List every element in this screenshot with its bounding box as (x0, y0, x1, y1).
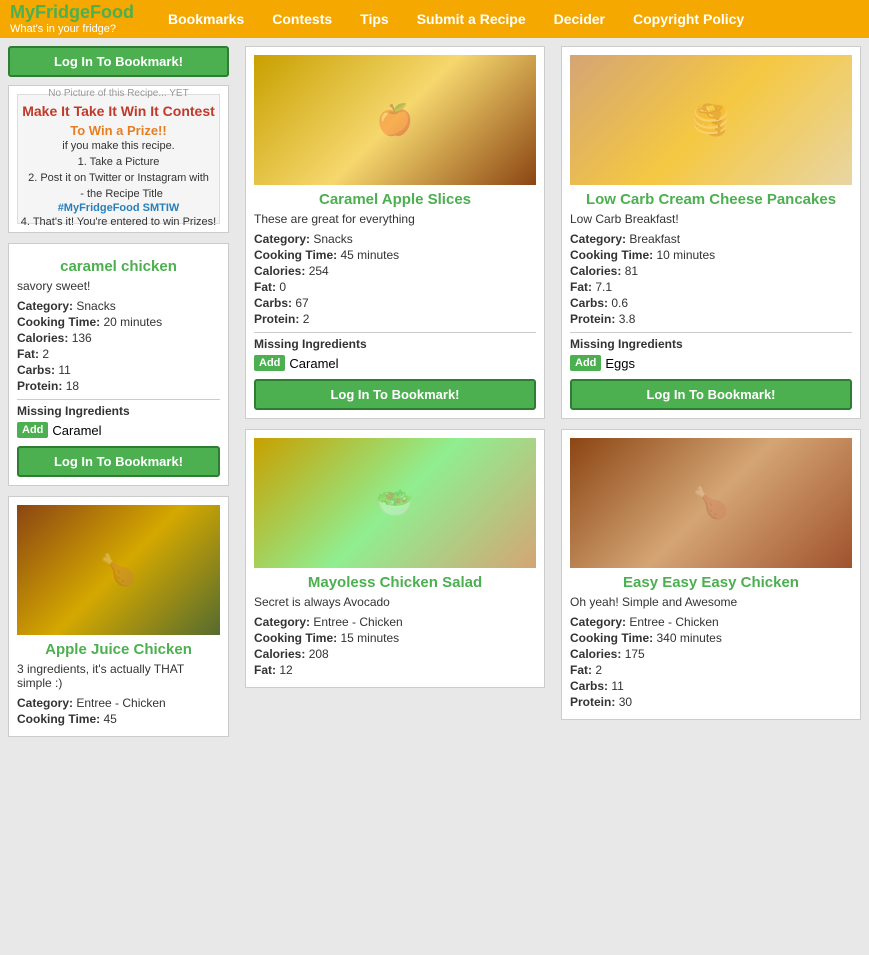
easy-chicken-category: Category: Entree - Chicken (570, 615, 852, 629)
contest-image: No Picture of this Recipe... YET Make It… (17, 94, 220, 224)
caramel-apple-slices-category: Category: Snacks (254, 232, 536, 246)
low-carb-pancakes-missing-row: Add Eggs (570, 355, 852, 371)
contest-step-5: 4. That's it! You're entered to win Priz… (21, 216, 216, 228)
apple-juice-chicken-category: Category: Entree - Chicken (17, 696, 220, 710)
caramel-apple-slices-image: 🍎 (254, 55, 536, 185)
contest-card: No Picture of this Recipe... YET Make It… (8, 85, 229, 233)
top-bookmark-button[interactable]: Log In To Bookmark! (8, 46, 229, 77)
caramel-apple-slices-cooking-time: Cooking Time: 45 minutes (254, 248, 536, 262)
low-carb-pancakes-protein: Protein: 3.8 (570, 312, 852, 326)
nav-decider[interactable]: Decider (540, 0, 619, 38)
caramel-apple-slices-carbs: Carbs: 67 (254, 296, 536, 310)
no-picture-text: No Picture of this Recipe... YET (48, 88, 188, 99)
caramel-chicken-desc: savory sweet! (17, 279, 220, 293)
center-column: 🍎 Caramel Apple Slices These are great f… (237, 38, 553, 755)
caramel-chicken-missing-ingredient: Caramel (52, 423, 101, 438)
mayoless-chicken-salad-card: 🥗 Mayoless Chicken Salad Secret is alway… (245, 429, 545, 688)
easy-chicken-carbs: Carbs: 11 (570, 679, 852, 693)
easy-chicken-fat: Fat: 2 (570, 663, 852, 677)
mayoless-chicken-salad-title[interactable]: Mayoless Chicken Salad (254, 574, 536, 591)
caramel-chicken-missing-label: Missing Ingredients (17, 399, 220, 418)
low-carb-pancakes-bookmark-button[interactable]: Log In To Bookmark! (570, 379, 852, 410)
logo-subtitle: What's in your fridge? (10, 23, 134, 35)
apple-juice-chicken-desc: 3 ingredients, it's actually THAT simple… (17, 662, 220, 690)
contest-step-1: if you make this recipe. (62, 140, 175, 152)
apple-juice-chicken-card: 🍗 Apple Juice Chicken 3 ingredients, it'… (8, 496, 229, 737)
nav-copyright-policy[interactable]: Copyright Policy (619, 0, 758, 38)
caramel-apple-slices-desc: These are great for everything (254, 212, 536, 226)
nav-tips[interactable]: Tips (346, 0, 403, 38)
caramel-chicken-fat: Fat: 2 (17, 347, 220, 361)
caramel-apple-slices-bookmark-button[interactable]: Log In To Bookmark! (254, 379, 536, 410)
nav-contests[interactable]: Contests (258, 0, 346, 38)
easy-chicken-cooking-time: Cooking Time: 340 minutes (570, 631, 852, 645)
low-carb-pancakes-calories: Calories: 81 (570, 264, 852, 278)
caramel-apple-slices-add-button[interactable]: Add (254, 355, 285, 371)
mayoless-chicken-salad-image: 🥗 (254, 438, 536, 568)
low-carb-pancakes-cooking-time: Cooking Time: 10 minutes (570, 248, 852, 262)
low-carb-pancakes-missing-label: Missing Ingredients (570, 332, 852, 351)
mayoless-chicken-salad-category: Category: Entree - Chicken (254, 615, 536, 629)
low-carb-pancakes-image: 🥞 (570, 55, 852, 185)
nav-bookmarks[interactable]: Bookmarks (154, 0, 258, 38)
mayoless-chicken-salad-desc: Secret is always Avocado (254, 595, 536, 609)
easy-chicken-desc: Oh yeah! Simple and Awesome (570, 595, 852, 609)
content-area: Log In To Bookmark! No Picture of this R… (0, 38, 869, 755)
easy-chicken-title[interactable]: Easy Easy Easy Chicken (570, 574, 852, 591)
contest-step-4: - the Recipe Title (74, 188, 163, 200)
caramel-apple-slices-missing-row: Add Caramel (254, 355, 536, 371)
mayoless-chicken-salad-fat: Fat: 12 (254, 663, 536, 677)
header: MyFridgeFood What's in your fridge? Book… (0, 0, 869, 38)
easy-chicken-image: 🍗 (570, 438, 852, 568)
contest-step-3: 2. Post it on Twitter or Instagram with (28, 172, 209, 184)
caramel-chicken-calories: Calories: 136 (17, 331, 220, 345)
caramel-apple-slices-missing-label: Missing Ingredients (254, 332, 536, 351)
caramel-chicken-missing-row: Add Caramel (17, 422, 220, 438)
right-column: 🥞 Low Carb Cream Cheese Pancakes Low Car… (553, 38, 869, 755)
low-carb-pancakes-title[interactable]: Low Carb Cream Cheese Pancakes (570, 191, 852, 208)
contest-subtitle: To Win a Prize!! (70, 123, 166, 138)
caramel-chicken-bookmark-button[interactable]: Log In To Bookmark! (17, 446, 220, 477)
caramel-apple-slices-protein: Protein: 2 (254, 312, 536, 326)
mayoless-chicken-salad-calories: Calories: 208 (254, 647, 536, 661)
caramel-chicken-protein: Protein: 18 (17, 379, 220, 393)
caramel-apple-slices-missing-ingredient: Caramel (289, 356, 338, 371)
easy-chicken-protein: Protein: 30 (570, 695, 852, 709)
caramel-chicken-card: caramel chicken savory sweet! Category: … (8, 243, 229, 486)
low-carb-pancakes-category: Category: Breakfast (570, 232, 852, 246)
low-carb-pancakes-card: 🥞 Low Carb Cream Cheese Pancakes Low Car… (561, 46, 861, 419)
easy-chicken-card: 🍗 Easy Easy Easy Chicken Oh yeah! Simple… (561, 429, 861, 720)
apple-juice-chicken-title[interactable]: Apple Juice Chicken (17, 641, 220, 658)
low-carb-pancakes-add-button[interactable]: Add (570, 355, 601, 371)
caramel-chicken-title[interactable]: caramel chicken (17, 258, 220, 275)
contest-title: Make It Take It Win It Contest (22, 103, 215, 119)
caramel-chicken-add-button[interactable]: Add (17, 422, 48, 438)
nav-submit-recipe[interactable]: Submit a Recipe (403, 0, 540, 38)
easy-chicken-calories: Calories: 175 (570, 647, 852, 661)
caramel-apple-slices-fat: Fat: 0 (254, 280, 536, 294)
low-carb-pancakes-desc: Low Carb Breakfast! (570, 212, 852, 226)
logo-title[interactable]: MyFridgeFood (10, 3, 134, 23)
apple-juice-chicken-cooking-time: Cooking Time: 45 (17, 712, 220, 726)
main-nav: Bookmarks Contests Tips Submit a Recipe … (154, 0, 758, 38)
contest-step-2: 1. Take a Picture (78, 156, 160, 168)
caramel-chicken-carbs: Carbs: 11 (17, 363, 220, 377)
caramel-apple-slices-card: 🍎 Caramel Apple Slices These are great f… (245, 46, 545, 419)
left-column: Log In To Bookmark! No Picture of this R… (0, 38, 237, 755)
caramel-apple-slices-calories: Calories: 254 (254, 264, 536, 278)
mayoless-chicken-salad-cooking-time: Cooking Time: 15 minutes (254, 631, 536, 645)
logo-area: MyFridgeFood What's in your fridge? (10, 3, 134, 35)
low-carb-pancakes-fat: Fat: 7.1 (570, 280, 852, 294)
low-carb-pancakes-missing-ingredient: Eggs (605, 356, 635, 371)
contest-hashtag: #MyFridgeFood SMTIW (58, 202, 180, 214)
low-carb-pancakes-carbs: Carbs: 0.6 (570, 296, 852, 310)
apple-juice-chicken-image: 🍗 (17, 505, 220, 635)
caramel-chicken-cooking-time: Cooking Time: 20 minutes (17, 315, 220, 329)
caramel-apple-slices-title[interactable]: Caramel Apple Slices (254, 191, 536, 208)
caramel-chicken-category: Category: Snacks (17, 299, 220, 313)
